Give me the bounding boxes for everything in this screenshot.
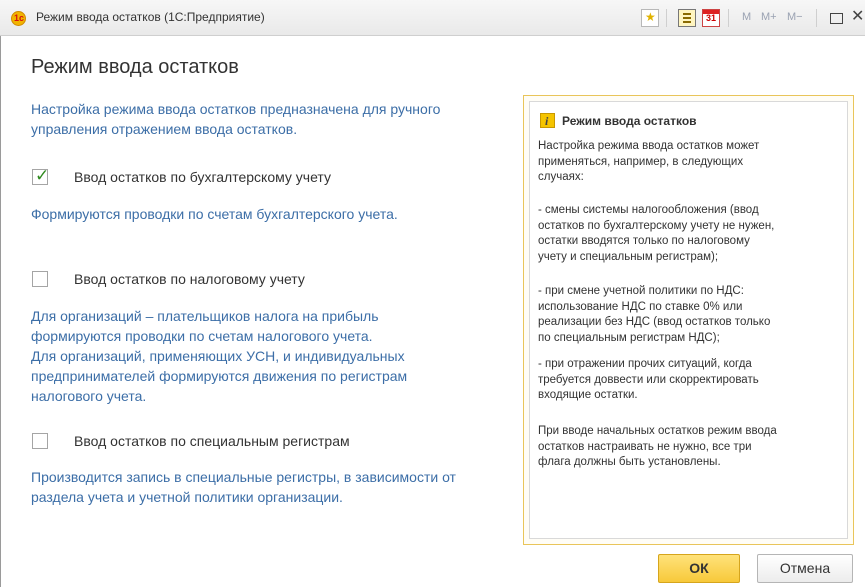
calculator-icon[interactable]	[678, 9, 696, 27]
info-line: требуется доввести или скорректировать	[538, 373, 759, 386]
tax-checkbox-label[interactable]: Ввод остатков по налоговому учету	[74, 271, 305, 288]
intro-line: управления отражением ввода остатков.	[31, 121, 298, 137]
special-registers-checkbox-label[interactable]: Ввод остатков по специальным регистрам	[74, 433, 350, 450]
info-line: использование НДС по ставке 0% или	[538, 300, 743, 313]
info-paragraph: При вводе начальных остатков режим ввода…	[538, 424, 838, 471]
cancel-button[interactable]: Отмена	[757, 554, 853, 583]
description-line: Для организаций, применяющих УСН, и инди…	[31, 348, 405, 364]
intro-line: Настройка режима ввода остатков предназн…	[31, 101, 441, 117]
description-line: раздела учета и учетной политики организ…	[31, 489, 343, 505]
info-line: остатки вводятся только по налоговому	[538, 235, 750, 247]
description-line: формируются проводки по счетам налоговог…	[31, 328, 373, 344]
accounting-description: Формируются проводки по счетам бухгалтер…	[31, 204, 398, 224]
calendar-day: 31	[705, 13, 716, 23]
toolbar-divider	[666, 9, 667, 27]
description-line: Формируются проводки по счетам бухгалтер…	[31, 206, 398, 222]
info-line: учету и специальным регистрам);	[538, 250, 719, 263]
memory-button-m[interactable]: M	[742, 11, 751, 23]
window-border	[0, 36, 1, 587]
memory-button-mplus[interactable]: M+	[761, 11, 777, 23]
tax-checkbox[interactable]	[32, 271, 48, 287]
window-title: Режим ввода остатков (1С:Предприятие)	[36, 10, 265, 24]
checkmark-icon: ✓	[35, 166, 50, 185]
intro-text: Настройка режима ввода остатков предназн…	[31, 99, 440, 139]
special-registers-checkbox[interactable]	[32, 433, 48, 449]
description-line: налогового учета.	[31, 388, 147, 404]
info-line: - при смене учетной политики по НДС:	[538, 285, 744, 297]
description-line: предпринимателей формируются движения по…	[31, 368, 408, 384]
info-line: применяться, например, в следующих	[538, 155, 744, 168]
info-line: по специальным регистрам НДС);	[538, 331, 720, 344]
calendar-icon[interactable]: 31	[702, 9, 720, 27]
favorite-star-icon[interactable]	[641, 9, 659, 27]
description-line: Для организаций – плательщиков налога на…	[31, 308, 379, 324]
info-paragraph: - при смене учетной политики по НДС: исп…	[538, 284, 838, 346]
accounting-checkbox-label[interactable]: Ввод остатков по бухгалтерскому учету	[74, 169, 331, 186]
app-logo-text: 1с	[14, 13, 25, 23]
app-logo-icon[interactable]: 1с	[11, 11, 26, 26]
info-line: реализации без НДС (ввод остатков только	[538, 316, 771, 328]
maximize-icon[interactable]	[827, 9, 845, 27]
info-icon: i	[540, 113, 555, 128]
title-bar: 1с Режим ввода остатков (1С:Предприятие)…	[0, 0, 865, 36]
info-icon-letter: i	[545, 114, 549, 128]
info-line: При вводе начальных остатков режим ввода	[538, 425, 777, 437]
memory-button-mminus[interactable]: M−	[787, 11, 803, 23]
info-line: Настройка режима ввода остатков может	[538, 140, 760, 152]
info-line: случаях:	[538, 171, 584, 183]
close-icon[interactable]: ✕	[851, 6, 864, 26]
toolbar-divider	[728, 9, 729, 27]
tax-description: Для организаций – плательщиков налога на…	[31, 306, 407, 406]
ok-button[interactable]: ОК	[658, 554, 740, 583]
form-heading: Режим ввода остатков	[31, 56, 239, 78]
info-panel-body: i Режим ввода остатков Настройка режима …	[529, 101, 848, 539]
info-paragraph: - при отражении прочих ситуаций, когда т…	[538, 357, 838, 404]
info-line: остатков настраивать не нужно, все три	[538, 440, 752, 453]
info-line: входящие остатки.	[538, 389, 638, 401]
description-line: Производится запись в специальные регист…	[31, 469, 456, 485]
info-paragraph: - смены системы налогообложения (ввод ос…	[538, 203, 838, 265]
info-line: флага должны быть установлены.	[538, 456, 721, 468]
info-line: - при отражении прочих ситуаций, когда	[538, 358, 752, 370]
special-registers-description: Производится запись в специальные регист…	[31, 467, 456, 507]
info-line: - смены системы налогообложения (ввод	[538, 204, 759, 216]
info-line: остатков по бухгалтерскому учету не нуже…	[538, 219, 775, 232]
toolbar-divider	[816, 9, 817, 27]
info-paragraph: Настройка режима ввода остатков может пр…	[538, 139, 838, 186]
accounting-checkbox[interactable]: ✓	[32, 166, 50, 185]
info-panel: i Режим ввода остатков Настройка режима …	[523, 95, 854, 545]
info-heading: Режим ввода остатков	[562, 114, 697, 128]
